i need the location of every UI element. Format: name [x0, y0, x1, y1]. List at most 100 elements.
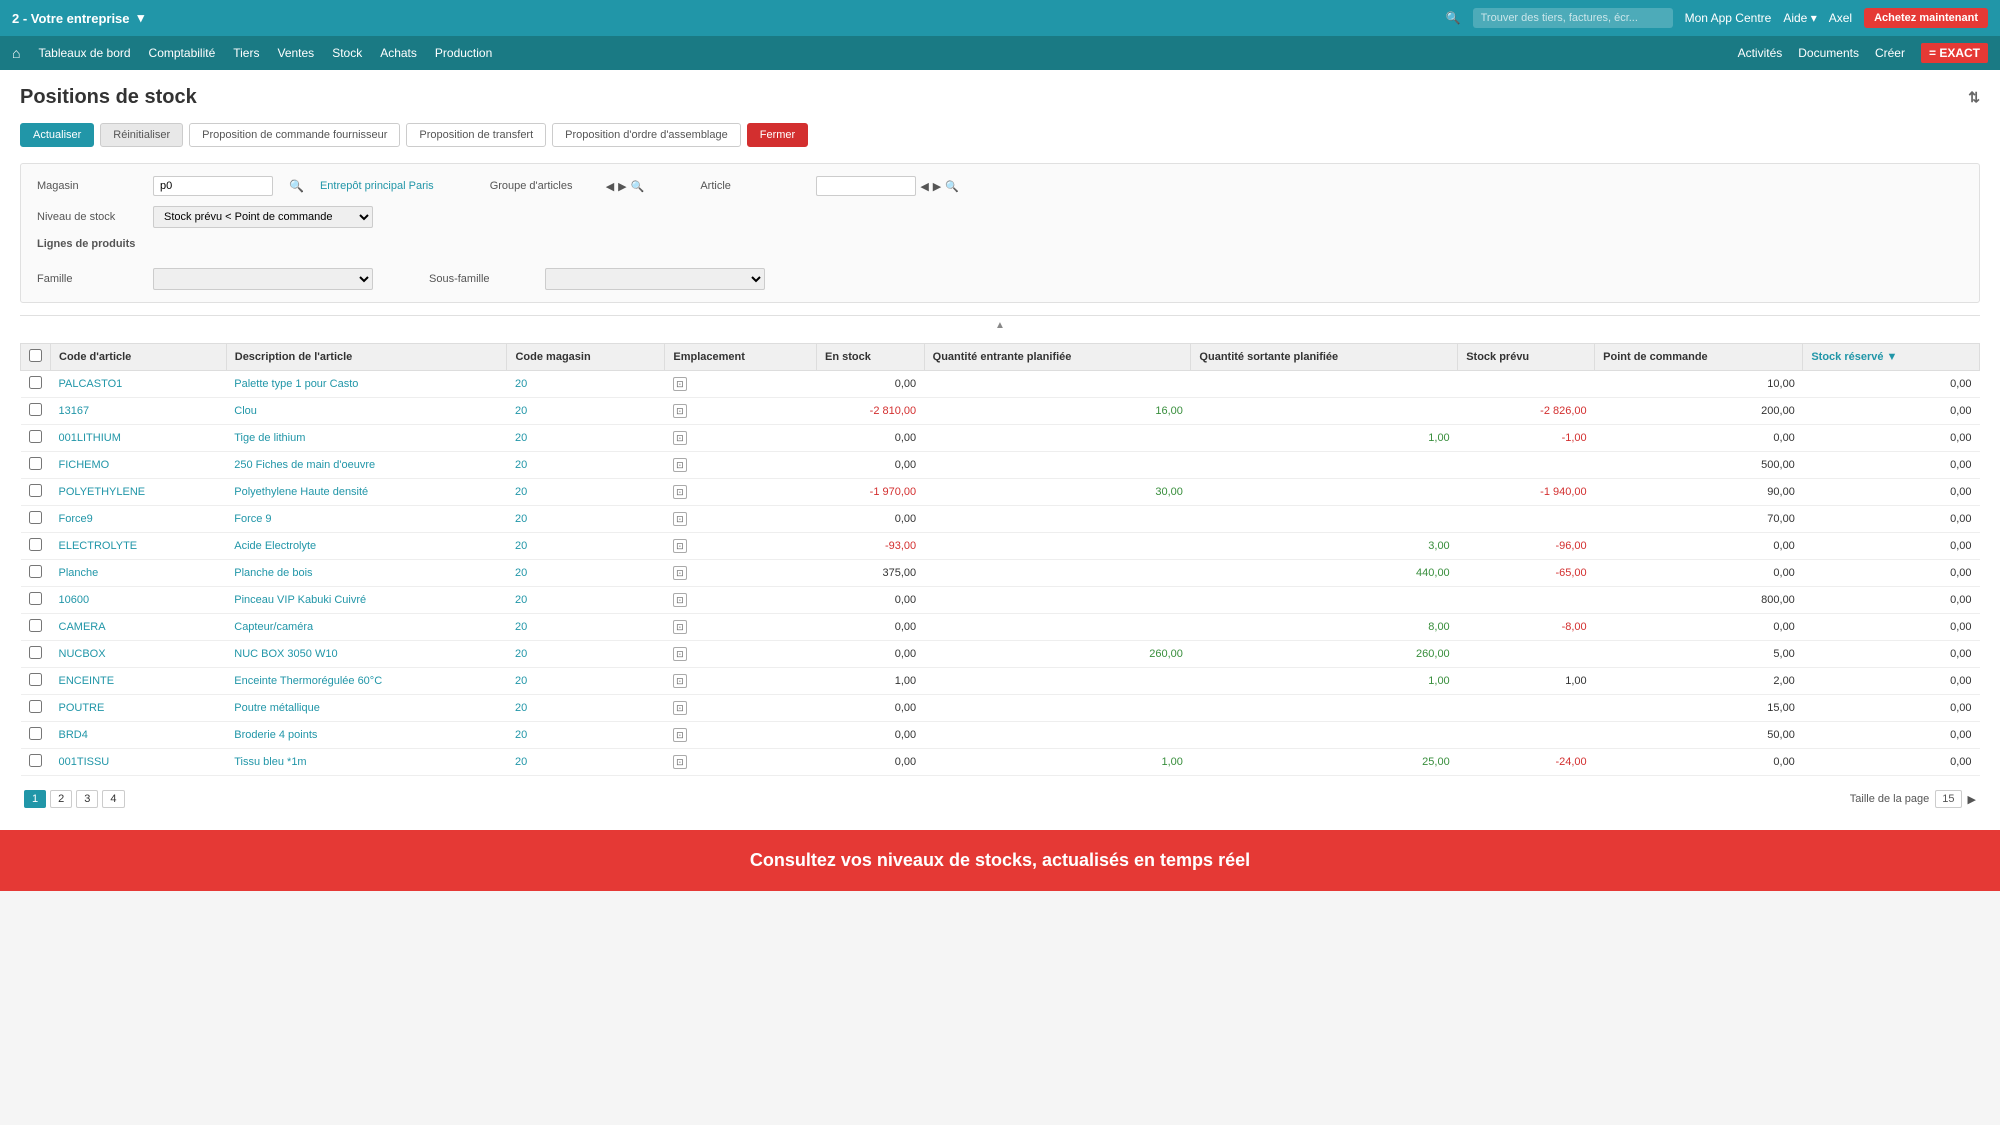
row-checkbox[interactable] [21, 587, 51, 614]
nav-achats[interactable]: Achats [380, 46, 417, 60]
location-icon[interactable]: ⊡ [673, 539, 687, 553]
sort-columns-icon[interactable]: ⇅ [1968, 89, 1980, 106]
location-icon[interactable]: ⊡ [673, 647, 687, 661]
location-icon[interactable]: ⊡ [673, 593, 687, 607]
row-checkbox[interactable] [21, 668, 51, 695]
nav-ventes[interactable]: Ventes [277, 46, 314, 60]
row-code[interactable]: 13167 [51, 398, 227, 425]
row-checkbox[interactable] [21, 452, 51, 479]
header-stock-prevu[interactable]: Stock prévu [1458, 344, 1595, 371]
row-description[interactable]: Acide Electrolyte [226, 533, 507, 560]
row-description[interactable]: Force 9 [226, 506, 507, 533]
row-emplacement[interactable]: ⊡ [665, 695, 817, 722]
row-emplacement[interactable]: ⊡ [665, 560, 817, 587]
location-icon[interactable]: ⊡ [673, 458, 687, 472]
nav-stock[interactable]: Stock [332, 46, 362, 60]
row-description[interactable]: Clou [226, 398, 507, 425]
nav-tiers[interactable]: Tiers [233, 46, 259, 60]
row-emplacement[interactable]: ⊡ [665, 398, 817, 425]
header-stock-reserve[interactable]: Stock réservé ▼ [1803, 344, 1980, 371]
location-icon[interactable]: ⊡ [673, 404, 687, 418]
famille-select[interactable] [153, 268, 373, 290]
header-emplacement[interactable]: Emplacement [665, 344, 817, 371]
row-emplacement[interactable]: ⊡ [665, 641, 817, 668]
proposition-ordre-button[interactable]: Proposition d'ordre d'assemblage [552, 123, 741, 147]
header-description[interactable]: Description de l'article [226, 344, 507, 371]
header-en-stock[interactable]: En stock [817, 344, 925, 371]
nav-creer[interactable]: Créer [1875, 46, 1905, 60]
company-chevron[interactable]: ▾ [138, 10, 145, 26]
nav-documents[interactable]: Documents [1798, 46, 1859, 60]
magasin-search-icon[interactable]: 🔍 [289, 179, 304, 193]
row-emplacement[interactable]: ⊡ [665, 614, 817, 641]
groupe-next-icon[interactable]: ▶ [618, 180, 626, 193]
row-checkbox[interactable] [21, 749, 51, 776]
nav-activites[interactable]: Activités [1738, 46, 1783, 60]
article-next-icon[interactable]: ▶ [933, 180, 941, 193]
row-code[interactable]: 001LITHIUM [51, 425, 227, 452]
row-emplacement[interactable]: ⊡ [665, 668, 817, 695]
row-code[interactable]: CAMERA [51, 614, 227, 641]
row-code[interactable]: Force9 [51, 506, 227, 533]
location-icon[interactable]: ⊡ [673, 431, 687, 445]
select-all-checkbox[interactable] [29, 349, 42, 362]
company-name[interactable]: 2 - Votre entreprise [12, 11, 130, 26]
row-code[interactable]: Planche [51, 560, 227, 587]
aide-link[interactable]: Aide ▾ [1783, 11, 1816, 25]
row-code[interactable]: FICHEMO [51, 452, 227, 479]
app-centre-link[interactable]: Mon App Centre [1685, 11, 1772, 25]
fermer-button[interactable]: Fermer [747, 123, 808, 147]
header-qte-entrante[interactable]: Quantité entrante planifiée [924, 344, 1191, 371]
row-description[interactable]: Poutre métallique [226, 695, 507, 722]
row-checkbox[interactable] [21, 533, 51, 560]
header-magasin[interactable]: Code magasin [507, 344, 665, 371]
row-checkbox[interactable] [21, 722, 51, 749]
row-checkbox[interactable] [21, 479, 51, 506]
row-emplacement[interactable]: ⊡ [665, 533, 817, 560]
actualiser-button[interactable]: Actualiser [20, 123, 94, 147]
location-icon[interactable]: ⊡ [673, 701, 687, 715]
location-icon[interactable]: ⊡ [673, 755, 687, 769]
header-qte-sortante[interactable]: Quantité sortante planifiée [1191, 344, 1458, 371]
row-code[interactable]: 10600 [51, 587, 227, 614]
row-description[interactable]: 250 Fiches de main d'oeuvre [226, 452, 507, 479]
row-checkbox[interactable] [21, 506, 51, 533]
page-2[interactable]: 2 [50, 790, 72, 808]
row-description[interactable]: Capteur/caméra [226, 614, 507, 641]
groupe-search-icon[interactable]: 🔍 [631, 180, 645, 193]
reinitialiser-button[interactable]: Réinitialiser [100, 123, 183, 147]
row-code[interactable]: NUCBOX [51, 641, 227, 668]
row-emplacement[interactable]: ⊡ [665, 425, 817, 452]
article-search-icon[interactable]: 🔍 [945, 180, 959, 193]
row-emplacement[interactable]: ⊡ [665, 452, 817, 479]
header-point-commande[interactable]: Point de commande [1595, 344, 1803, 371]
global-search-input[interactable] [1473, 8, 1673, 28]
collapse-bar[interactable]: ▲ [20, 315, 1980, 335]
row-checkbox[interactable] [21, 560, 51, 587]
sous-famille-select[interactable] [545, 268, 765, 290]
article-prev-icon[interactable]: ◀ [920, 180, 928, 193]
row-emplacement[interactable]: ⊡ [665, 371, 817, 398]
header-checkbox[interactable] [21, 344, 51, 371]
row-emplacement[interactable]: ⊡ [665, 506, 817, 533]
row-description[interactable]: Palette type 1 pour Casto [226, 371, 507, 398]
location-icon[interactable]: ⊡ [673, 728, 687, 742]
row-code[interactable]: POUTRE [51, 695, 227, 722]
nav-tableaux[interactable]: Tableaux de bord [38, 46, 130, 60]
row-code[interactable]: 001TISSU [51, 749, 227, 776]
nav-production[interactable]: Production [435, 46, 492, 60]
row-code[interactable]: ELECTROLYTE [51, 533, 227, 560]
row-code[interactable]: BRD4 [51, 722, 227, 749]
row-code[interactable]: ENCEINTE [51, 668, 227, 695]
header-code[interactable]: Code d'article [51, 344, 227, 371]
row-description[interactable]: Pinceau VIP Kabuki Cuivré [226, 587, 507, 614]
home-icon[interactable]: ⌂ [12, 45, 20, 61]
location-icon[interactable]: ⊡ [673, 377, 687, 391]
row-emplacement[interactable]: ⊡ [665, 479, 817, 506]
location-icon[interactable]: ⊡ [673, 674, 687, 688]
proposition-commande-button[interactable]: Proposition de commande fournisseur [189, 123, 400, 147]
row-checkbox[interactable] [21, 695, 51, 722]
location-icon[interactable]: ⊡ [673, 512, 687, 526]
niveau-select[interactable]: Stock prévu < Point de commande [153, 206, 373, 228]
page-1[interactable]: 1 [24, 790, 46, 808]
